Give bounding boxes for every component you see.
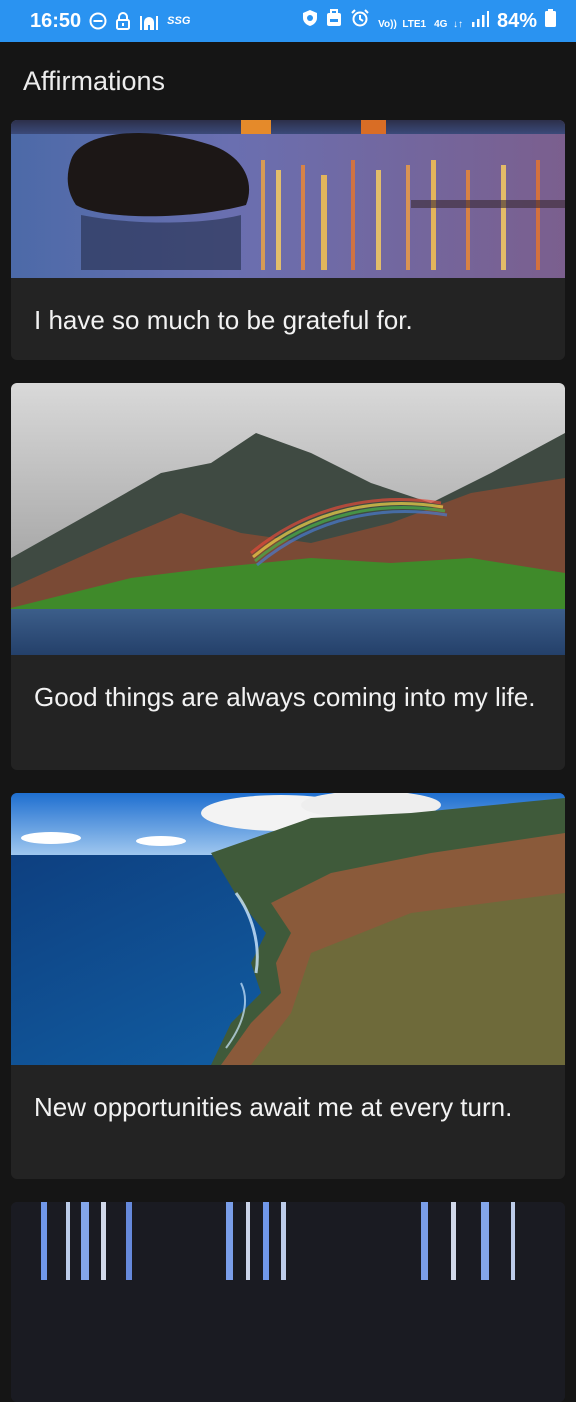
- sunset-beach-rock-icon: [11, 120, 565, 278]
- network-4g-icon: 4G ↓↑: [434, 18, 463, 30]
- status-left-group: 16:50 SSG: [30, 10, 190, 33]
- affirmation-card[interactable]: I have so much to be grateful for.: [11, 120, 565, 360]
- affirmation-card[interactable]: Good things are always coming into my li…: [11, 383, 565, 770]
- status-time: 16:50: [30, 9, 82, 32]
- do-not-disturb-icon: [89, 12, 107, 30]
- backpack-icon: [326, 9, 342, 33]
- shield-app-icon: [302, 9, 318, 33]
- affirmation-text: Good things are always coming into my li…: [34, 682, 536, 712]
- ssg-icon: SSG: [167, 15, 191, 27]
- lock-icon: [115, 12, 131, 30]
- affirmation-text: New opportunities await me at every turn…: [34, 1092, 513, 1122]
- light-streaks-icon: [11, 1202, 565, 1402]
- app-bar: Affirmations: [0, 42, 576, 120]
- page-title: Affirmations: [23, 66, 166, 96]
- status-right-group: Vo)) LTE1 4G ↓↑ 84%: [302, 9, 556, 33]
- battery-percent: 84%: [496, 9, 537, 32]
- affirmation-card[interactable]: New opportunities await me at every turn…: [11, 793, 565, 1179]
- affirmation-text: I have so much to be grateful for.: [34, 305, 413, 335]
- battery-icon: [545, 9, 556, 33]
- coastline-cliffs-icon: [11, 793, 565, 1065]
- signal-icon: [471, 10, 489, 33]
- volte-icon: Vo)) LTE1: [378, 18, 427, 30]
- affirmation-card[interactable]: [11, 1202, 565, 1402]
- mosque-icon: [139, 12, 159, 30]
- alarm-icon: [350, 9, 370, 33]
- status-bar: 16:50 SSG Vo)) LTE1 4G ↓↑ 84%: [0, 0, 576, 42]
- mountain-rainbow-icon: [11, 383, 565, 655]
